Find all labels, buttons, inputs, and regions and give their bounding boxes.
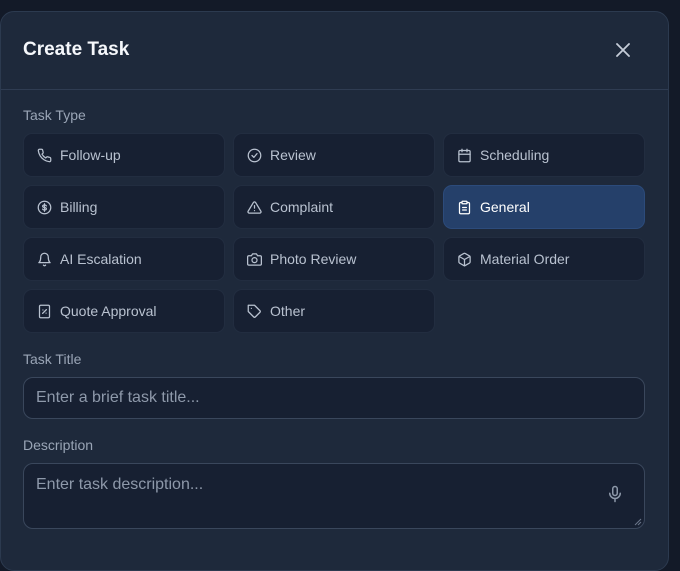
modal-header: Create Task bbox=[1, 12, 668, 90]
dollar-circle-icon bbox=[36, 199, 52, 215]
task-type-follow-up[interactable]: Follow-up bbox=[23, 133, 225, 177]
task-type-label-text: Other bbox=[270, 303, 306, 319]
task-type-quote-approval[interactable]: Quote Approval bbox=[23, 289, 225, 333]
task-type-billing[interactable]: Billing bbox=[23, 185, 225, 229]
task-type-other[interactable]: Other bbox=[233, 289, 435, 333]
task-type-label-text: AI Escalation bbox=[60, 251, 142, 267]
task-type-label: Task Type bbox=[23, 107, 86, 123]
task-type-general[interactable]: General bbox=[443, 185, 645, 229]
task-title-input[interactable] bbox=[36, 389, 632, 407]
task-type-label-text: Material Order bbox=[480, 251, 570, 267]
task-type-label-text: Photo Review bbox=[270, 251, 357, 267]
check-circle-icon bbox=[246, 147, 262, 163]
task-type-scheduling[interactable]: Scheduling bbox=[443, 133, 645, 177]
task-type-label-text: Billing bbox=[60, 199, 98, 215]
modal-title: Create Task bbox=[23, 39, 130, 60]
warning-triangle-icon bbox=[246, 199, 262, 215]
description-label: Description bbox=[23, 437, 94, 453]
clipboard-icon bbox=[456, 199, 472, 215]
calendar-icon bbox=[456, 147, 472, 163]
task-type-label-text: Quote Approval bbox=[60, 303, 157, 319]
microphone-icon bbox=[609, 485, 621, 503]
voice-input-button[interactable] bbox=[606, 484, 624, 506]
task-type-label-text: Complaint bbox=[270, 199, 334, 215]
task-title-field[interactable] bbox=[23, 377, 645, 419]
task-type-label-text: General bbox=[480, 199, 530, 215]
resize-handle-icon[interactable] bbox=[634, 518, 642, 526]
task-type-grid: Follow-up Review Scheduling Billing Comp… bbox=[23, 133, 646, 333]
task-type-review[interactable]: Review bbox=[233, 133, 435, 177]
package-icon bbox=[456, 251, 472, 267]
task-type-material-order[interactable]: Material Order bbox=[443, 237, 645, 281]
close-button[interactable] bbox=[612, 39, 634, 61]
task-title-label: Task Title bbox=[23, 351, 82, 367]
task-type-photo-review[interactable]: Photo Review bbox=[233, 237, 435, 281]
bell-icon bbox=[36, 251, 52, 267]
tag-icon bbox=[246, 303, 262, 319]
description-textarea[interactable] bbox=[36, 476, 632, 516]
task-type-complaint[interactable]: Complaint bbox=[233, 185, 435, 229]
phone-icon bbox=[36, 147, 52, 163]
task-type-label-text: Scheduling bbox=[480, 147, 550, 163]
close-icon bbox=[616, 43, 630, 57]
task-type-ai-escalation[interactable]: AI Escalation bbox=[23, 237, 225, 281]
create-task-modal: Create Task Task Type Follow-up Review S… bbox=[0, 11, 669, 571]
camera-icon bbox=[246, 251, 262, 267]
task-type-label-text: Review bbox=[270, 147, 316, 163]
task-type-label-text: Follow-up bbox=[60, 147, 121, 163]
receipt-icon bbox=[36, 303, 52, 319]
description-field[interactable] bbox=[23, 463, 645, 529]
